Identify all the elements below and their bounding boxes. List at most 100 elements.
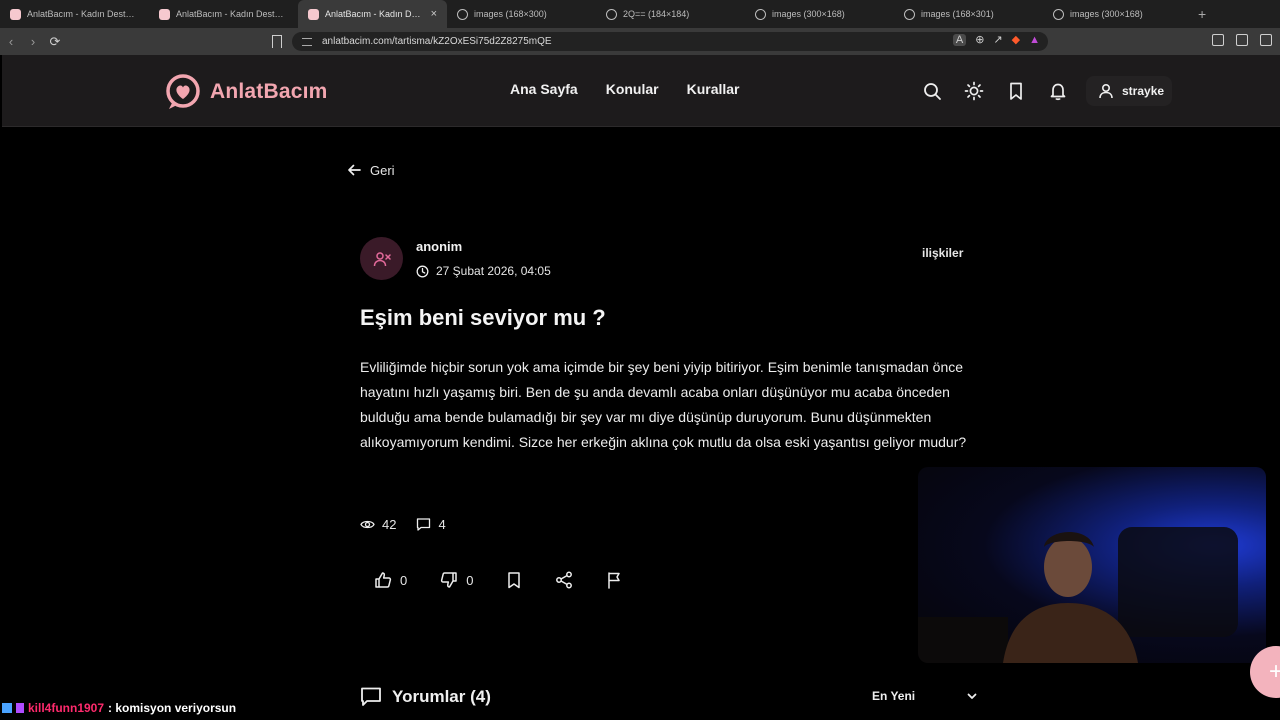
wallet-icon[interactable] bbox=[1212, 34, 1224, 46]
nav-rules[interactable]: Kurallar bbox=[687, 81, 740, 97]
brave-shield-icon[interactable]: ◆ bbox=[1012, 33, 1020, 46]
clock-icon bbox=[416, 265, 429, 278]
close-tab-icon[interactable]: × bbox=[431, 8, 437, 20]
comments-heading: Yorumlar (4) bbox=[360, 686, 491, 708]
post-stats: 42 4 bbox=[360, 517, 446, 532]
user-x-icon bbox=[373, 250, 391, 268]
reload-icon[interactable]: ⟳ bbox=[44, 34, 66, 50]
url-text: anlatbacim.com/tartisma/kZ2OxESi75d2Z827… bbox=[322, 36, 552, 47]
thumbs-up-icon bbox=[374, 571, 392, 589]
forward-nav-icon[interactable]: › bbox=[22, 34, 44, 49]
chat-text: : komisyon veriyorsun bbox=[108, 701, 237, 715]
like-count: 0 bbox=[400, 572, 408, 588]
browser-tab[interactable]: images (300×168) bbox=[745, 0, 894, 28]
thumbs-down-icon bbox=[440, 571, 458, 589]
brand-name: AnlatBacım bbox=[210, 80, 328, 103]
back-label: Geri bbox=[370, 162, 395, 178]
back-link[interactable]: Geri bbox=[346, 162, 395, 178]
comment-count-value: 4 bbox=[438, 517, 446, 532]
browser-tab-bar: AnlatBacım - Kadın Destek Platformu Anla… bbox=[0, 0, 1280, 28]
webcam-overlay bbox=[918, 467, 1266, 663]
tab-title: images (300×168) bbox=[772, 9, 845, 19]
comment-icon bbox=[416, 517, 431, 532]
user-icon bbox=[1098, 83, 1114, 99]
save-post-button[interactable] bbox=[506, 571, 522, 589]
nav-home[interactable]: Ana Sayfa bbox=[510, 81, 578, 97]
globe-icon bbox=[457, 8, 468, 20]
bookmark-page-icon[interactable] bbox=[272, 35, 282, 48]
browser-tab[interactable]: AnlatBacım - Kadın Destek Platformu bbox=[149, 0, 298, 28]
tab-title: AnlatBacım - Kadın Destek Platformu bbox=[176, 9, 288, 19]
bookmark-icon bbox=[506, 571, 522, 589]
dislike-button[interactable]: 0 bbox=[440, 571, 473, 589]
search-icon[interactable] bbox=[922, 81, 942, 101]
browser-toolbar: ‹ › ⟳ anlatbacim.com/tartisma/kZ2OxESi75… bbox=[0, 28, 1280, 55]
share-icon bbox=[555, 571, 573, 589]
globe-icon bbox=[904, 8, 915, 20]
sun-icon[interactable] bbox=[964, 81, 984, 101]
browser-tab[interactable]: images (300×168) bbox=[1043, 0, 1192, 28]
stream-chat-message: kill4funn1907 : komisyon veriyorsun bbox=[2, 701, 236, 715]
username: strayke bbox=[1122, 84, 1165, 98]
browser-tab-active[interactable]: AnlatBacım - Kadın Destek × bbox=[298, 0, 447, 28]
view-count: 42 bbox=[360, 517, 396, 532]
back-nav-icon[interactable]: ‹ bbox=[0, 34, 22, 49]
tab-title: 2Q== (184×184) bbox=[623, 9, 690, 19]
user-menu-button[interactable]: strayke bbox=[1086, 76, 1172, 106]
browser-tab[interactable]: AnlatBacım - Kadın Destek Platformu bbox=[0, 0, 149, 28]
chat-badge-icon bbox=[2, 703, 12, 713]
flag-icon bbox=[606, 571, 622, 589]
nav-topics[interactable]: Konular bbox=[606, 81, 659, 97]
eye-icon bbox=[360, 517, 375, 532]
browser-tab[interactable]: images (168×301) bbox=[894, 0, 1043, 28]
menu-icon[interactable] bbox=[1260, 34, 1272, 46]
tab-title: AnlatBacım - Kadın Destek Platformu bbox=[27, 9, 139, 19]
globe-icon bbox=[606, 8, 617, 20]
comments-title: Yorumlar (4) bbox=[392, 687, 491, 706]
bookmark-icon[interactable] bbox=[1006, 81, 1026, 101]
share-button[interactable] bbox=[555, 571, 573, 589]
comment-icon bbox=[360, 686, 382, 708]
site-favicon-icon bbox=[10, 8, 21, 20]
bell-icon[interactable] bbox=[1048, 81, 1068, 101]
dislike-count: 0 bbox=[466, 572, 474, 588]
chat-username: kill4funn1907 bbox=[28, 701, 105, 715]
main-nav: Ana Sayfa Konular Kurallar bbox=[510, 81, 740, 97]
address-bar[interactable]: anlatbacim.com/tartisma/kZ2OxESi75d2Z827… bbox=[292, 32, 1048, 51]
chevron-down-icon bbox=[966, 690, 978, 702]
browser-tab[interactable]: images (168×300) bbox=[447, 0, 596, 28]
like-button[interactable]: 0 bbox=[374, 571, 407, 589]
browser-tab[interactable]: 2Q== (184×184) bbox=[596, 0, 745, 28]
post-category[interactable]: ilişkiler bbox=[922, 246, 963, 260]
tab-title: images (168×300) bbox=[474, 9, 547, 19]
view-count-value: 42 bbox=[382, 517, 397, 532]
chat-bubble-heart-icon bbox=[164, 73, 202, 111]
report-button[interactable] bbox=[606, 571, 622, 589]
post-date-text: 27 Şubat 2026, 04:05 bbox=[436, 264, 551, 278]
translate-icon[interactable]: A bbox=[952, 33, 967, 46]
site-header: AnlatBacım Ana Sayfa Konular Kurallar st… bbox=[2, 55, 1280, 127]
post-title: Eşim beni seviyor mu ? bbox=[360, 305, 606, 330]
new-tab-button[interactable]: + bbox=[1198, 6, 1206, 22]
sidebar-icon[interactable] bbox=[1236, 34, 1248, 46]
post-date: 27 Şubat 2026, 04:05 bbox=[416, 264, 551, 278]
share-page-icon[interactable]: ↗ bbox=[993, 33, 1002, 46]
site-settings-icon[interactable] bbox=[302, 37, 312, 46]
sort-selected-value: En Yeni bbox=[872, 689, 916, 703]
post-actions: 0 0 bbox=[374, 571, 655, 589]
brave-rewards-icon[interactable]: ▲ bbox=[1029, 34, 1040, 46]
post-body: Evliliğimde hiçbir sorun yok ama içimde … bbox=[360, 359, 967, 450]
tab-title: images (300×168) bbox=[1070, 9, 1143, 19]
comment-count: 4 bbox=[416, 517, 446, 532]
site-favicon-icon bbox=[308, 8, 319, 20]
post-author[interactable]: anonim bbox=[416, 239, 462, 254]
chat-badge-icon bbox=[16, 703, 24, 713]
zoom-icon[interactable]: ⊕ bbox=[975, 33, 984, 46]
tab-title: images (168×301) bbox=[921, 9, 994, 19]
site-favicon-icon bbox=[159, 8, 170, 20]
site-logo[interactable]: AnlatBacım bbox=[164, 73, 328, 111]
comment-sort-select[interactable]: En Yeni bbox=[872, 689, 978, 703]
avatar bbox=[360, 237, 403, 280]
tab-title: AnlatBacım - Kadın Destek bbox=[325, 9, 423, 19]
arrow-left-icon bbox=[346, 162, 362, 178]
